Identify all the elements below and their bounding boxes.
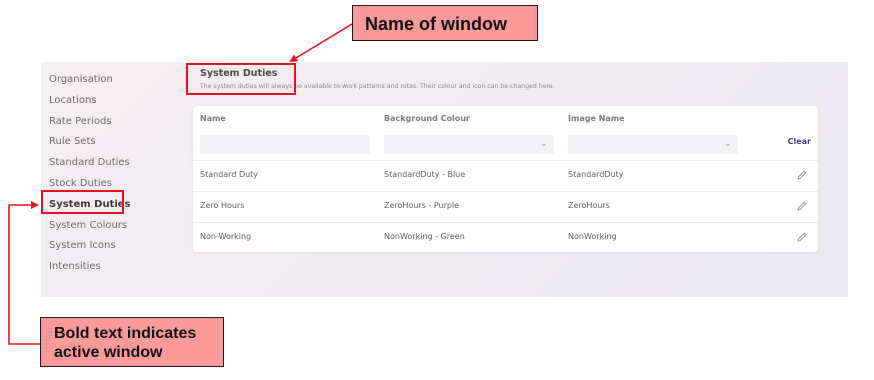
- duties-table: Name Background Colour Image Name ⌄ ⌄ Cl…: [193, 106, 818, 252]
- callout-text-line2: active window: [54, 344, 163, 361]
- window-name-arrow: [289, 23, 353, 63]
- callout-text-line1: Bold text indicates: [54, 325, 197, 342]
- cell-background-colour: ZeroHours - Purple: [384, 201, 460, 210]
- sidebar-item-standard-duties[interactable]: Standard Duties: [49, 153, 179, 174]
- sidebar-item-intensities[interactable]: Intensities: [49, 257, 179, 278]
- table-row[interactable]: Zero Hours ZeroHours - Purple ZeroHours: [193, 191, 818, 223]
- name-of-window-callout: Name of window: [352, 5, 538, 41]
- window-name-highlight: [186, 63, 296, 95]
- sidebar-item-rate-periods[interactable]: Rate Periods: [49, 112, 179, 133]
- clear-button[interactable]: Clear: [788, 137, 811, 146]
- cell-name: Non-Working: [200, 232, 252, 241]
- image-name-filter-select[interactable]: ⌄: [568, 135, 738, 154]
- cell-name: Standard Duty: [200, 170, 259, 179]
- column-header-image-name: Image Name: [568, 114, 625, 123]
- column-header-background-colour: Background Colour: [384, 114, 470, 123]
- cell-name: Zero Hours: [200, 201, 245, 210]
- sidebar-item-rule-sets[interactable]: Rule Sets: [49, 132, 179, 153]
- active-item-highlight: [41, 190, 124, 214]
- column-header-name: Name: [200, 114, 226, 123]
- active-window-arrow: [8, 201, 40, 345]
- cell-image-name: StandardDuty: [568, 170, 624, 179]
- sidebar-item-system-icons[interactable]: System Icons: [49, 236, 179, 257]
- callout-text: Name of window: [365, 14, 508, 34]
- sidebar-item-organisation[interactable]: Organisation: [49, 70, 179, 91]
- app-window: Organisation Locations Rate Periods Rule…: [41, 62, 848, 297]
- pencil-icon[interactable]: [796, 231, 808, 243]
- name-filter-input[interactable]: [200, 135, 370, 154]
- chevron-down-icon: ⌄: [539, 138, 548, 149]
- pencil-icon[interactable]: [796, 169, 808, 181]
- sidebar-item-system-colours[interactable]: System Colours: [49, 216, 179, 237]
- pencil-icon[interactable]: [796, 200, 808, 212]
- sidebar: Organisation Locations Rate Periods Rule…: [49, 70, 179, 278]
- cell-background-colour: StandardDuty - Blue: [384, 170, 466, 179]
- bold-text-callout: Bold text indicates active window: [40, 317, 224, 367]
- table-row[interactable]: Standard Duty StandardDuty - Blue Standa…: [193, 160, 818, 192]
- chevron-down-icon: ⌄: [723, 138, 732, 149]
- cell-image-name: NonWorking: [568, 232, 617, 241]
- sidebar-item-locations[interactable]: Locations: [49, 91, 179, 112]
- cell-background-colour: NonWorking - Green: [384, 232, 465, 241]
- background-colour-filter-select[interactable]: ⌄: [384, 135, 554, 154]
- cell-image-name: ZeroHours: [568, 201, 610, 210]
- table-row[interactable]: Non-Working NonWorking - Green NonWorkin…: [193, 222, 818, 254]
